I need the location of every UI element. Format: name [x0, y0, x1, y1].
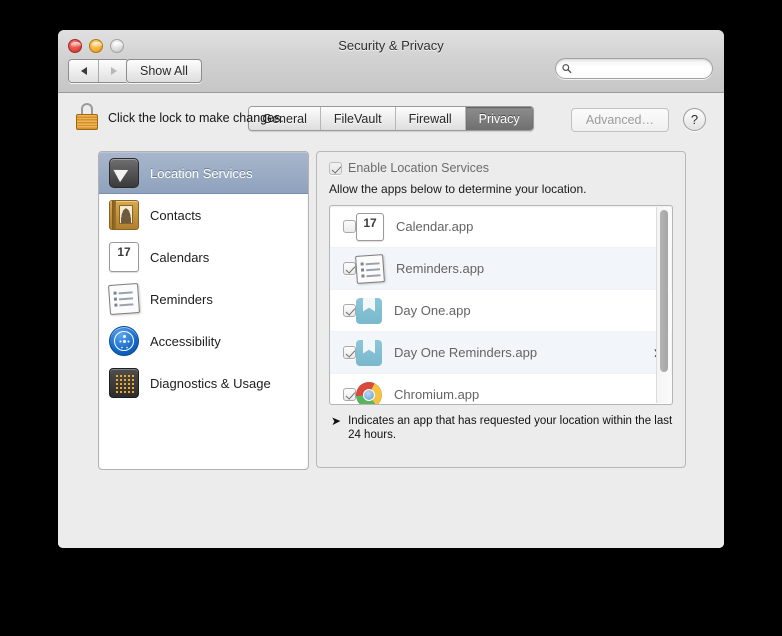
- sidebar-item-calendars[interactable]: 17 Calendars: [99, 236, 308, 278]
- sidebar-item-contacts[interactable]: Contacts: [99, 194, 308, 236]
- padlock-body: [76, 114, 98, 130]
- sidebar-item-label: Location Services: [150, 165, 253, 181]
- app-name-label: Day One.app: [394, 303, 471, 318]
- sidebar-item-label: Reminders: [150, 291, 213, 307]
- app-permission-list-body: 17 Calendar.app Reminders.app Day One.ap…: [330, 206, 672, 404]
- sidebar-item-location-services[interactable]: Location Services: [99, 152, 308, 194]
- navigation-segmented-control: [68, 59, 129, 83]
- enable-location-services-label: Enable Location Services: [348, 161, 490, 175]
- sidebar-item-label: Contacts: [150, 207, 202, 223]
- accessibility-icon: [109, 326, 139, 356]
- location-arrow-icon: ➤: [330, 413, 342, 429]
- location-footnote-text: Indicates an app that has requested your…: [348, 415, 673, 441]
- app-permission-list: 17 Calendar.app Reminders.app Day One.ap…: [329, 205, 673, 405]
- enable-location-services-row[interactable]: Enable Location Services: [329, 162, 673, 175]
- advanced-button[interactable]: Advanced…: [570, 108, 669, 132]
- sidebar-item-reminders[interactable]: Reminders: [99, 278, 308, 320]
- window-title: Security & Privacy: [338, 38, 444, 53]
- sidebar-item-label: Accessibility: [150, 333, 221, 349]
- tab-group: General FileVault Firewall Privacy: [248, 106, 534, 131]
- app-checkbox[interactable]: [343, 262, 356, 275]
- lock-button[interactable]: [76, 103, 98, 130]
- chromium-icon: [356, 381, 382, 404]
- help-button[interactable]: ?: [683, 108, 706, 131]
- app-row-chromium[interactable]: Chromium.app: [330, 374, 672, 404]
- scrollbar-thumb[interactable]: [660, 210, 668, 372]
- app-name-label: Day One Reminders.app: [394, 345, 538, 360]
- app-name-label: Reminders.app: [396, 261, 485, 276]
- search-field[interactable]: [555, 58, 713, 79]
- advanced-button-label: Advanced…: [585, 113, 654, 127]
- tab-privacy[interactable]: Privacy: [465, 107, 533, 130]
- sidebar-item-diagnostics-and-usage[interactable]: Diagnostics & Usage: [99, 362, 308, 404]
- privacy-category-list: Location Services Contacts 17 Calendars …: [98, 151, 309, 470]
- panel-description: Allow the apps below to determine your l…: [329, 182, 587, 196]
- location-arrow-icon: [109, 158, 139, 188]
- day-one-icon: [356, 339, 382, 366]
- app-checkbox[interactable]: [343, 346, 356, 359]
- back-button[interactable]: [69, 60, 99, 82]
- diagnostics-icon: [109, 368, 139, 398]
- window-titlebar: Security & Privacy Show All: [58, 30, 724, 93]
- search-icon: [562, 64, 572, 74]
- tab-firewall[interactable]: Firewall: [395, 107, 466, 130]
- day-one-icon: [356, 297, 382, 324]
- app-checkbox[interactable]: [343, 388, 356, 401]
- chevron-right-icon: [110, 67, 117, 75]
- show-all-label: Show All: [140, 64, 188, 78]
- system-preferences-window: Security & Privacy Show All General File…: [58, 30, 724, 548]
- forward-button[interactable]: [99, 60, 128, 82]
- location-services-panel: Enable Location Services Allow the apps …: [316, 151, 686, 468]
- sidebar-item-label: Diagnostics & Usage: [150, 375, 271, 391]
- help-button-label: ?: [690, 112, 699, 127]
- app-name-label: Chromium.app: [394, 387, 480, 402]
- location-footnote: ➤ Indicates an app that has requested yo…: [329, 414, 673, 442]
- reminders-notepad-icon: [355, 253, 385, 284]
- app-row-day-one[interactable]: Day One.app: [330, 290, 672, 332]
- tab-filevault[interactable]: FileVault: [320, 107, 396, 130]
- calendar-icon-day: 17: [363, 215, 377, 230]
- chevron-left-icon: [80, 67, 87, 75]
- sidebar-item-accessibility[interactable]: Accessibility: [99, 320, 308, 362]
- calendar-icon: 17: [109, 242, 139, 272]
- lock-status-text: Click the lock to make changes.: [108, 111, 284, 125]
- app-name-label: Calendar.app: [396, 219, 474, 234]
- calendar-icon: 17: [356, 212, 384, 241]
- search-input[interactable]: [576, 61, 706, 76]
- reminders-notepad-icon: [107, 282, 141, 316]
- app-checkbox[interactable]: [343, 304, 356, 317]
- show-all-button[interactable]: Show All: [126, 59, 202, 83]
- app-row-calendar[interactable]: 17 Calendar.app: [330, 206, 672, 248]
- calendar-icon-day: 17: [117, 245, 131, 259]
- preference-pane-content: General FileVault Firewall Privacy Locat…: [58, 93, 724, 548]
- app-row-reminders[interactable]: Reminders.app: [330, 248, 672, 290]
- sidebar-item-label: Calendars: [150, 249, 210, 265]
- address-book-icon: [109, 200, 139, 230]
- app-row-day-one-reminders[interactable]: Day One Reminders.app ➤: [330, 332, 672, 374]
- app-checkbox[interactable]: [343, 220, 356, 233]
- enable-location-services-checkbox[interactable]: [329, 162, 342, 175]
- app-list-scrollbar[interactable]: [656, 207, 671, 403]
